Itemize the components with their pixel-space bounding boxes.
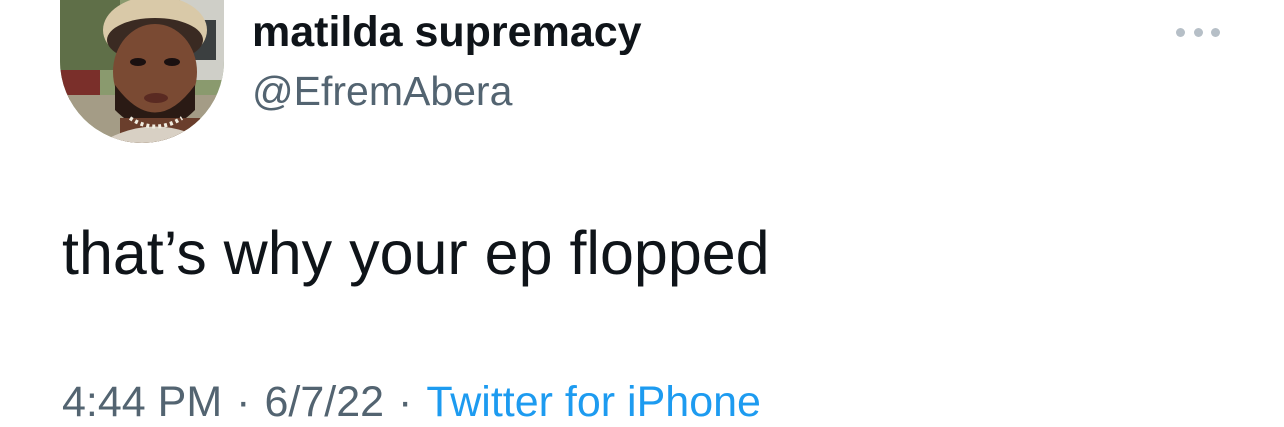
tweet-text: that’s why your ep flopped bbox=[62, 219, 770, 287]
tweet-time[interactable]: 4:44 PM bbox=[62, 378, 222, 427]
tweet-card: matilda supremacy @EfremAbera that’s why… bbox=[0, 0, 1284, 427]
tweet-meta: 4:44 PM · 6/7/22 · Twitter for iPhone bbox=[62, 378, 761, 427]
avatar[interactable] bbox=[60, 0, 224, 143]
more-options-button[interactable] bbox=[1176, 20, 1220, 44]
more-horizontal-icon-dot bbox=[1193, 27, 1203, 37]
display-name[interactable]: matilda supremacy bbox=[252, 8, 642, 57]
meta-separator: · bbox=[236, 378, 251, 426]
meta-separator: · bbox=[398, 378, 413, 426]
avatar-photo bbox=[60, 0, 224, 143]
tweet-date[interactable]: 6/7/22 bbox=[264, 378, 384, 427]
more-horizontal-icon-dot bbox=[1211, 27, 1220, 37]
user-handle[interactable]: @EfremAbera bbox=[252, 68, 512, 115]
more-horizontal-icon bbox=[1176, 27, 1185, 37]
tweet-source-link[interactable]: Twitter for iPhone bbox=[426, 378, 761, 427]
